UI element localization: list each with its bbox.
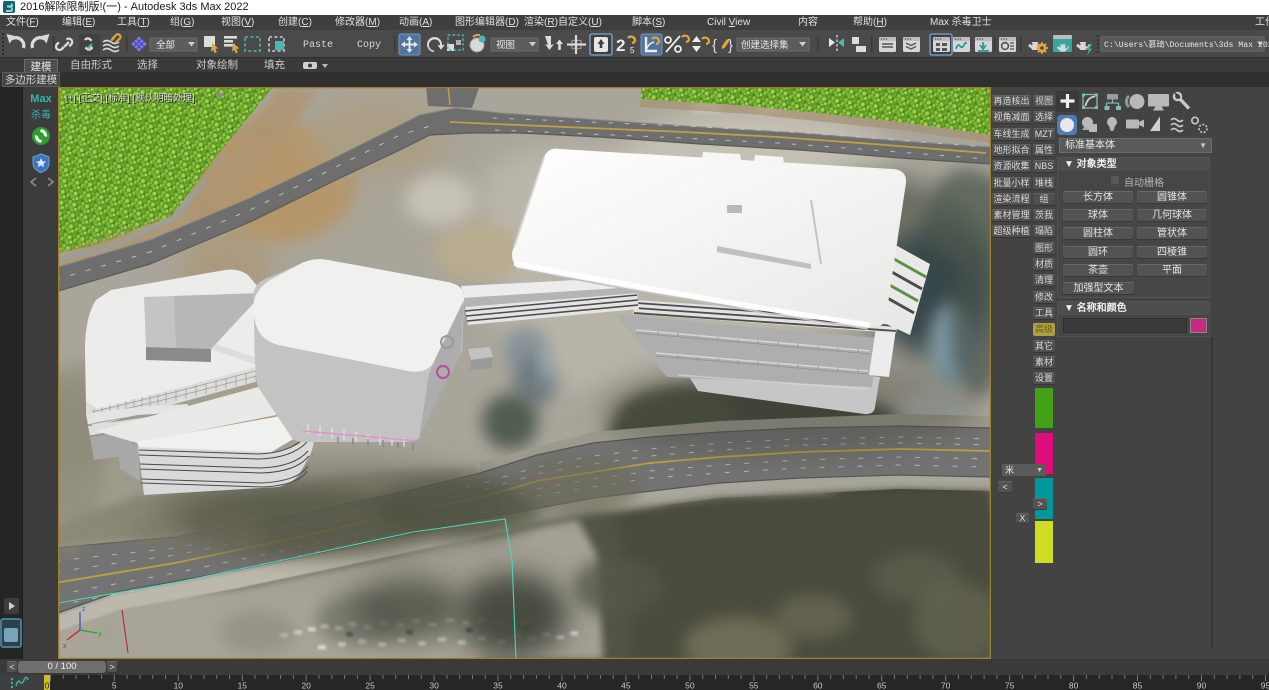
svg-text:z: z — [82, 606, 86, 613]
svg-text:Paste: Paste — [303, 40, 333, 51]
svg-text:90: 90 — [1197, 681, 1207, 690]
svg-text:85: 85 — [1133, 681, 1143, 690]
svg-text:50: 50 — [685, 681, 695, 690]
svg-text:5: 5 — [112, 681, 117, 690]
svg-text:10: 10 — [174, 681, 184, 690]
svg-text:2: 2 — [616, 36, 625, 55]
svg-text:}: } — [728, 37, 733, 54]
svg-text:全部: 全部 — [156, 39, 175, 51]
svg-text:15: 15 — [238, 681, 248, 690]
svg-text:35: 35 — [493, 681, 503, 690]
svg-text:0: 0 — [45, 681, 50, 690]
svg-text:40: 40 — [557, 681, 567, 690]
svg-text:x: x — [63, 643, 67, 650]
svg-text:C:\Users\慕琦\Documents\3ds Max: C:\Users\慕琦\Documents\3ds Max 2022 — [1104, 39, 1269, 50]
svg-text:25: 25 — [365, 681, 375, 690]
svg-text:45: 45 — [621, 681, 631, 690]
svg-text:5: 5 — [630, 46, 635, 55]
svg-text:Copy: Copy — [357, 40, 381, 51]
svg-text:{: { — [712, 37, 717, 54]
svg-text:75: 75 — [1005, 681, 1015, 690]
svg-text:80: 80 — [1069, 681, 1079, 690]
svg-text:55: 55 — [749, 681, 759, 690]
svg-text:[+] [正交] [标准] [默认明暗处理]: [+] [正交] [标准] [默认明暗处理] — [65, 92, 195, 104]
svg-text:20: 20 — [301, 681, 311, 690]
svg-text:95: 95 — [1261, 681, 1269, 690]
svg-text:30: 30 — [429, 681, 439, 690]
svg-text:65: 65 — [877, 681, 887, 690]
svg-text:70: 70 — [941, 681, 951, 690]
svg-text:创建选择集: 创建选择集 — [741, 39, 789, 51]
svg-text:60: 60 — [813, 681, 823, 690]
svg-text:视图: 视图 — [496, 39, 515, 51]
svg-text:y: y — [98, 631, 102, 638]
